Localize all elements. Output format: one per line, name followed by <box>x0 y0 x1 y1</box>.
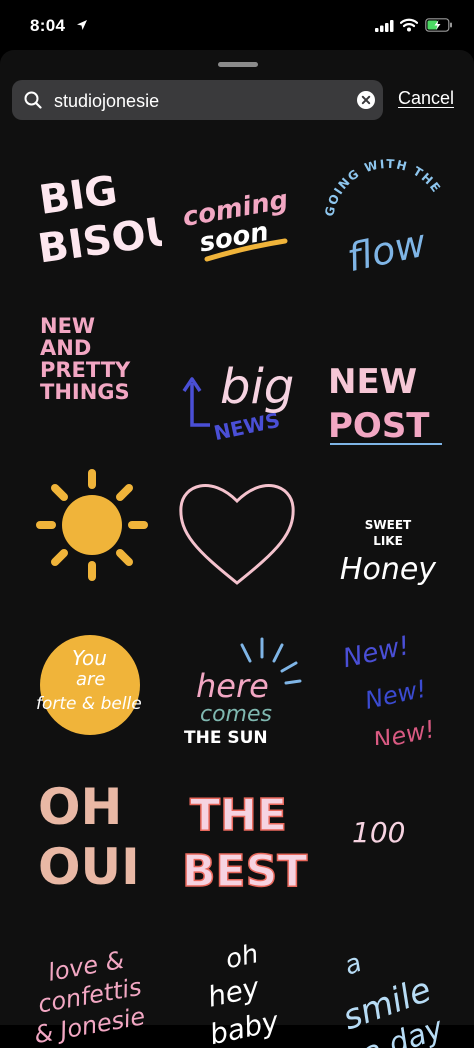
sticker-text: THE SUN <box>184 728 268 745</box>
sticker-text: flow <box>343 221 430 281</box>
sticker-text: BEST <box>182 846 307 897</box>
sticker-text: OUI <box>38 838 140 896</box>
sheet-grabber-handle[interactable] <box>218 62 258 67</box>
location-arrow-icon <box>77 20 87 30</box>
sticker-text: LIKE <box>373 534 403 548</box>
sticker-love-confettis-jonesie[interactable]: love & confettis & Jonesie <box>28 908 168 1048</box>
sticker-text: AND <box>40 336 91 360</box>
sticker-oh-hey-baby[interactable]: oh hey baby <box>172 908 312 1048</box>
sticker-text: Honey <box>340 552 437 587</box>
sticker-text: POST <box>328 406 430 445</box>
sticker-big-news[interactable]: big NEWS <box>170 305 310 445</box>
sticker-going-with-the-flow[interactable]: GOING WITH THE flow <box>318 145 458 285</box>
wifi-icon <box>400 18 418 32</box>
sticker-text: NEW <box>328 362 417 402</box>
sticker-text: oh <box>223 939 261 975</box>
sticker-text: PRETTY <box>40 358 131 382</box>
status-time: 8:04 <box>30 16 66 35</box>
sticker-new-and-pretty-things[interactable]: NEW AND PRETTY THINGS <box>28 305 168 445</box>
sticker-new-new-new[interactable]: New! New! New! <box>325 605 465 745</box>
sticker-text: New! <box>363 675 429 715</box>
sticker-text: here <box>196 667 269 705</box>
sticker-coming-soon[interactable]: coming soon <box>167 155 307 295</box>
cellular-signal-icon <box>375 20 394 32</box>
sticker-text: SWEET <box>365 518 412 532</box>
sticker-text: You <box>72 646 107 670</box>
sticker-text: comes <box>200 702 272 727</box>
sticker-heart[interactable] <box>167 455 307 595</box>
sticker-new-post[interactable]: NEW POST <box>318 305 458 445</box>
sticker-text: GOING WITH THE <box>322 157 444 218</box>
status-bar: 8:04 <box>0 0 474 50</box>
sticker-sweet-like-honey[interactable]: SWEET LIKE Honey <box>318 455 458 595</box>
sticker-the-best[interactable]: THE BEST <box>170 760 310 900</box>
sticker-text: big <box>220 359 294 415</box>
sticker-text: NEW <box>40 314 95 338</box>
sticker-text: New! <box>371 715 437 745</box>
search-bar[interactable] <box>12 80 383 122</box>
sticker-text: 100 <box>352 816 405 849</box>
sticker-big-bisou[interactable]: BIG BISOU <box>22 145 162 285</box>
sticker-text: THINGS <box>40 380 130 404</box>
sticker-text: New! <box>340 631 412 674</box>
search-icon <box>24 91 42 109</box>
sticker-text: a <box>340 948 365 982</box>
sticker-text: THE <box>190 790 287 841</box>
sticker-text: OH <box>38 778 122 836</box>
sticker-sun[interactable] <box>22 455 162 595</box>
sticker-oh-oui[interactable]: OH OUI <box>28 760 168 900</box>
sticker-100[interactable]: 100 <box>330 760 470 900</box>
sticker-you-are-forte-belle[interactable]: You are forte & belle <box>20 605 160 745</box>
sticker-sheet: Cancel BIG BISOU coming soon GOING WITH … <box>0 50 474 1048</box>
battery-charging-icon <box>425 18 452 32</box>
sticker-a-smile-a-day[interactable]: a smile a day <box>325 908 465 1048</box>
sticker-text: hey <box>205 971 263 1014</box>
sticker-text: are <box>76 669 106 690</box>
sticker-text: BIG <box>36 168 120 224</box>
sticker-here-comes-the-sun[interactable]: here comes THE SUN <box>170 605 310 745</box>
cancel-button[interactable]: Cancel <box>398 88 454 109</box>
clear-icon[interactable] <box>357 91 375 109</box>
search-input[interactable] <box>52 80 356 122</box>
sticker-text: forte & belle <box>36 694 142 714</box>
